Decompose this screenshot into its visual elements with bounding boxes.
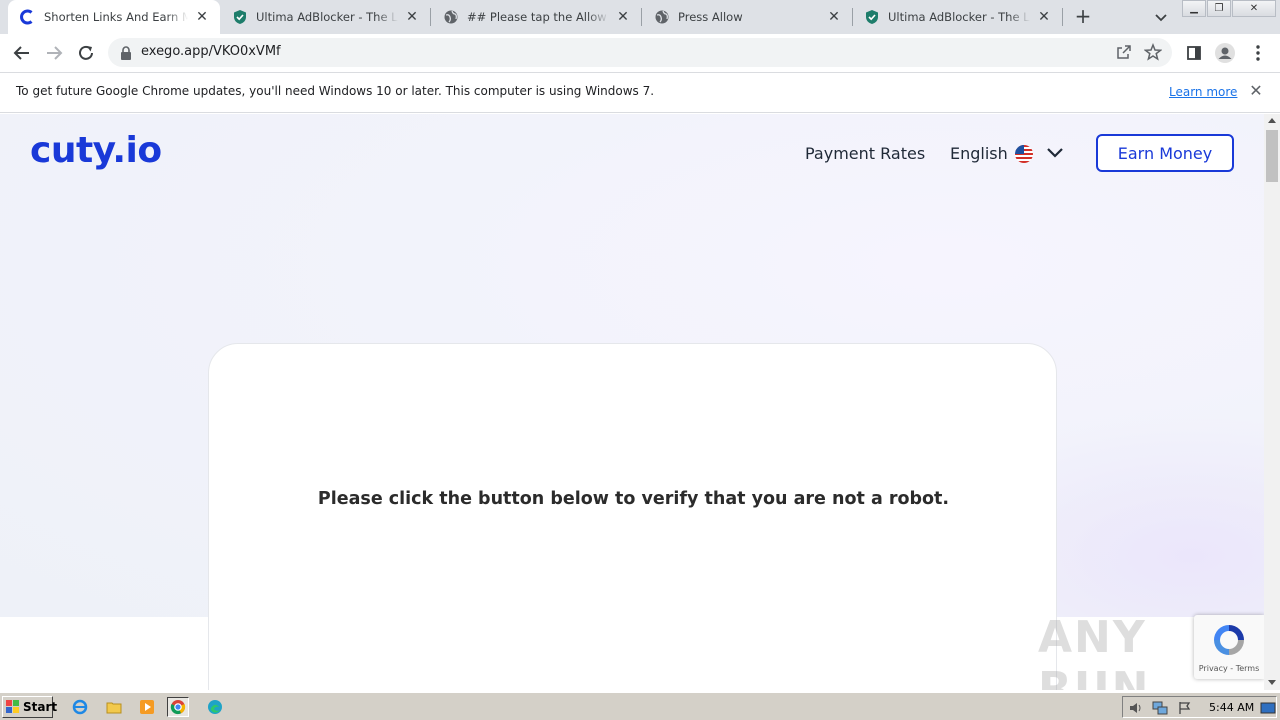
windows-taskbar: Start 5:44 AM [0,692,1280,720]
close-tab-icon[interactable]: ✕ [826,9,842,25]
tab-press-allow[interactable]: Press Allow ✕ [642,0,852,34]
tab-ultima-adblocker-1[interactable]: Ultima AdBlocker - The Life with ✕ [220,0,430,34]
start-button[interactable]: Start [2,696,57,718]
shield-icon [232,9,248,25]
reload-icon[interactable] [76,43,96,63]
profile-avatar-icon[interactable] [1215,43,1235,63]
shield-icon [864,9,880,25]
close-window-icon[interactable]: ✕ [1232,0,1276,17]
back-arrow-icon[interactable] [12,43,32,63]
recaptcha-badge[interactable]: Privacy - Terms [1194,615,1264,679]
infobar-message: To get future Google Chrome updates, you… [16,84,655,98]
tab-shorten-links[interactable]: Shorten Links And Earn Money ✕ [8,0,220,34]
tab-please-tap-allow[interactable]: ## Please tap the Allow button ✕ [431,0,641,34]
close-tab-icon[interactable]: ✕ [404,9,420,25]
internet-explorer-icon[interactable] [69,697,91,717]
tab-strip: Shorten Links And Earn Money ✕ Ultima Ad… [0,0,1280,34]
close-infobar-icon[interactable]: ✕ [1248,83,1264,99]
edge-icon[interactable] [204,697,226,717]
scroll-down-arrow-icon[interactable] [1268,680,1276,685]
url-text: exego.app/VKO0xVMf [141,44,281,59]
nav-payment-rates[interactable]: Payment Rates [805,144,925,163]
verification-card: Please click the button below to verify … [208,343,1057,690]
update-infobar: To get future Google Chrome updates, you… [0,72,1280,113]
tab-title: Press Allow [678,10,743,24]
address-bar[interactable]: exego.app/VKO0xVMf [108,38,1172,67]
forward-arrow-icon[interactable] [44,43,64,63]
close-tab-icon[interactable]: ✕ [615,9,631,25]
window-controls: ▁ ❐ ✕ [1182,0,1277,18]
chrome-taskbar-icon[interactable] [167,697,189,717]
share-icon[interactable] [1116,44,1132,60]
site-logo[interactable]: cuty.io [30,130,162,171]
screen: Shorten Links And Earn Money ✕ Ultima Ad… [0,0,1280,720]
page-scrollbar[interactable] [1264,114,1280,690]
taskbar-clock[interactable]: 5:44 AM [1209,701,1254,714]
us-flag-icon[interactable] [1015,145,1033,163]
tab-title: ## Please tap the Allow button [467,10,609,24]
learn-more-link[interactable]: Learn more [1169,85,1237,99]
scroll-thumb[interactable] [1266,130,1278,182]
start-label: Start [23,700,58,714]
bookmark-star-icon[interactable] [1143,42,1163,61]
minimize-icon[interactable]: ▁ [1182,0,1206,17]
windows-logo-icon [6,700,20,714]
tab-search-chevron-icon[interactable] [1152,8,1170,26]
action-center-flag-icon[interactable] [1177,700,1193,714]
recaptcha-icon [1210,621,1248,659]
scroll-up-arrow-icon[interactable] [1268,118,1276,123]
tab-title: Shorten Links And Earn Money [44,10,188,24]
nav-language[interactable]: English [950,144,1008,163]
cuty-favicon-icon [20,9,36,25]
earn-money-button[interactable]: Earn Money [1096,134,1234,172]
tab-title: Ultima AdBlocker - The Life with [256,10,398,24]
language-chevron-down-icon[interactable] [1045,145,1065,161]
network-icon[interactable] [1152,700,1168,715]
side-panel-icon[interactable] [1184,43,1204,63]
new-tab-plus-icon[interactable]: + [1072,6,1094,28]
verify-message: Please click the button below to verify … [317,489,950,509]
show-desktop-icon[interactable] [1260,700,1276,714]
close-tab-icon[interactable]: ✕ [1036,9,1052,25]
page-content: cuty.io Payment Rates English Earn Money… [0,114,1264,690]
restore-icon[interactable]: ❐ [1207,0,1231,17]
media-player-icon[interactable] [136,697,158,717]
lock-icon[interactable] [120,45,132,60]
menu-kebab-icon[interactable] [1248,43,1268,63]
globe-icon [654,9,670,25]
tab-title: Ultima AdBlocker - The Life with [888,10,1030,24]
globe-icon [443,9,459,25]
tab-ultima-adblocker-2[interactable]: Ultima AdBlocker - The Life with ✕ [852,0,1062,34]
tab-separator [1062,8,1063,26]
close-tab-icon[interactable]: ✕ [194,9,210,25]
file-explorer-icon[interactable] [103,697,125,717]
speaker-icon[interactable] [1128,700,1144,714]
recaptcha-terms[interactable]: Privacy - Terms [1194,664,1264,673]
